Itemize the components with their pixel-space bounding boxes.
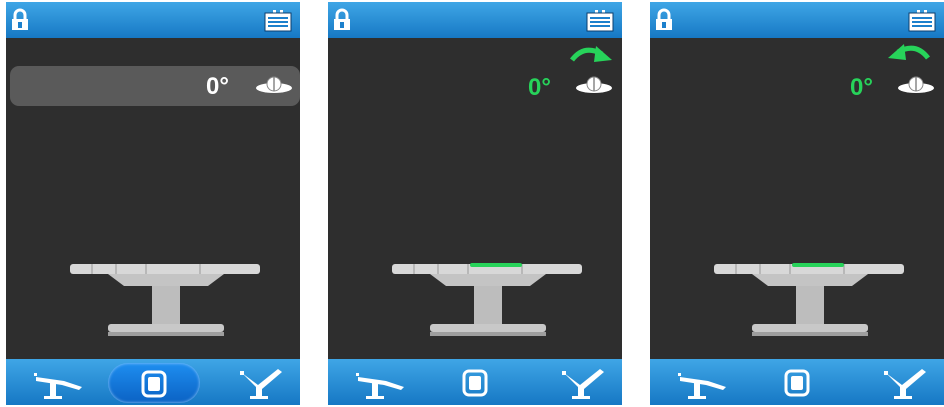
- curved-arrow-right-icon: [570, 46, 612, 62]
- nav-leg-section-button[interactable]: [872, 359, 942, 405]
- table-back-section-icon: [34, 373, 82, 399]
- nav-leg-section-button[interactable]: [228, 359, 298, 405]
- lock-icon[interactable]: [333, 8, 351, 32]
- tilt-angle-value: 0°: [850, 74, 873, 101]
- curved-arrow-left-icon: [888, 44, 930, 60]
- bottom-nav-bar: [328, 359, 622, 405]
- top-bar: [328, 2, 622, 38]
- screen-2: 0°: [328, 2, 622, 405]
- or-table-illustration: [70, 264, 260, 336]
- bottom-nav-bar: [650, 359, 944, 405]
- table-leg-section-icon: [562, 369, 604, 399]
- table-back-section-icon: [356, 373, 404, 399]
- lateral-tilt-icon: [576, 76, 612, 93]
- top-bar: [650, 2, 944, 38]
- table-back-section-icon: [678, 373, 726, 399]
- tilt-angle-value: 0°: [206, 73, 229, 100]
- nav-leg-section-button[interactable]: [550, 359, 620, 405]
- lateral-tilt-icon: [256, 76, 292, 93]
- or-table-illustration: [392, 263, 582, 336]
- tilt-angle-value: 0°: [528, 74, 551, 101]
- nav-overview-button[interactable]: [440, 359, 510, 405]
- screen-3: 0°: [650, 2, 944, 405]
- lateral-tilt-icon: [898, 76, 934, 93]
- nav-overview-button[interactable]: [108, 363, 200, 403]
- top-bar: [6, 2, 300, 38]
- lock-icon[interactable]: [11, 8, 29, 32]
- lock-icon[interactable]: [655, 8, 673, 32]
- table-leg-section-icon: [240, 369, 282, 399]
- or-table-illustration: [714, 263, 904, 336]
- table-overview-icon: [141, 370, 167, 398]
- nav-back-section-button[interactable]: [346, 359, 416, 405]
- table-overview-icon: [462, 369, 488, 397]
- battery-icon: [586, 10, 614, 32]
- nav-overview-button[interactable]: [762, 359, 832, 405]
- table-leg-section-icon: [884, 369, 926, 399]
- screen-1: 0°: [6, 2, 300, 405]
- nav-back-section-button[interactable]: [24, 359, 94, 405]
- nav-back-section-button[interactable]: [668, 359, 738, 405]
- battery-icon: [264, 10, 292, 32]
- battery-icon: [908, 10, 936, 32]
- bottom-nav-bar: [6, 359, 300, 405]
- table-overview-icon: [784, 369, 810, 397]
- tilt-readout-panel[interactable]: 0°: [10, 66, 300, 106]
